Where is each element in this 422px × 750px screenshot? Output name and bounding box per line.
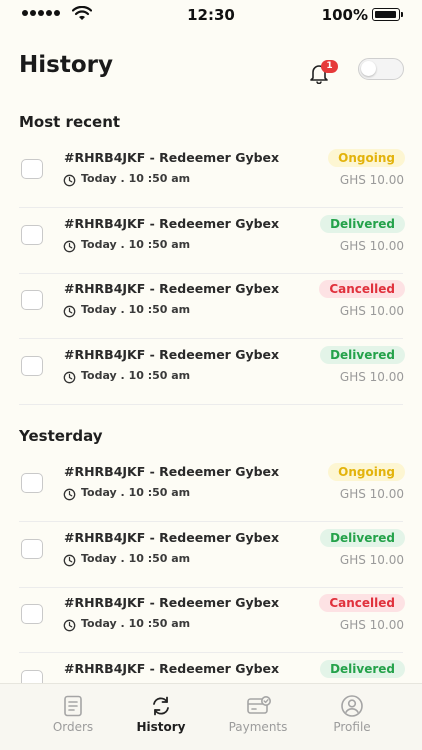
tab-orders[interactable]: Orders (28, 684, 118, 750)
page-title: History (19, 52, 113, 78)
tab-label: Payments (228, 720, 288, 734)
order-checkbox[interactable] (21, 224, 43, 245)
status-badge: Delivered (320, 214, 405, 233)
section-title-yesterday: Yesterday (19, 427, 103, 445)
order-time: Today . 10 :50 am (81, 617, 191, 630)
order-checkbox[interactable] (21, 355, 43, 376)
payments-icon (247, 696, 271, 714)
status-bar: 12:30 100% (0, 0, 422, 30)
tab-label: Orders (52, 720, 94, 734)
order-row[interactable]: #RHRB4JKF - Redeemer Gybex Today . 10 :50… (0, 208, 422, 274)
order-row[interactable]: #RHRB4JKF - Redeemer Gybex Today . 10 :50… (0, 587, 422, 653)
order-time: Today . 10 :50 am (81, 172, 191, 185)
clock-icon (63, 552, 76, 571)
order-row[interactable]: #RHRB4JKF - Redeemer Gybex Today . 10 :50… (0, 142, 422, 208)
order-row[interactable]: #RHRB4JKF - Redeemer Gybex Today . 10 :50… (0, 456, 422, 522)
toggle-switch[interactable] (358, 58, 404, 80)
order-checkbox[interactable] (21, 159, 43, 179)
status-badge: Ongoing (328, 463, 405, 481)
status-badge: Cancelled (319, 280, 405, 298)
tab-profile[interactable]: Profile (307, 684, 397, 750)
order-price: GHS 10.00 (339, 304, 404, 318)
order-price: GHS 10.00 (339, 618, 404, 632)
clock-icon (63, 303, 76, 322)
clock-icon (63, 369, 76, 388)
status-badge: Delivered (320, 345, 405, 364)
notification-count-badge: 1 (321, 60, 338, 73)
status-badge: Ongoing (328, 149, 405, 167)
status-badge: Delivered (320, 659, 405, 678)
tab-payments[interactable]: Payments (213, 684, 303, 750)
orders-icon (64, 695, 82, 717)
order-price: GHS 10.00 (339, 487, 404, 501)
order-time: Today . 10 :50 am (81, 368, 191, 382)
tab-label: History (136, 720, 186, 734)
order-row[interactable]: #RHRB4JKF - Redeemer Gybex Today . 10 :50… (0, 339, 422, 405)
clock-icon (63, 617, 76, 636)
tab-history[interactable]: History (116, 684, 206, 750)
section-title-most-recent: Most recent (19, 113, 121, 131)
order-price: GHS 10.00 (339, 238, 404, 253)
order-title: #RHRB4JKF - Redeemer Gybex (64, 150, 280, 165)
order-time: Today . 10 :50 am (81, 303, 191, 316)
order-price: GHS 10.00 (339, 552, 404, 567)
order-title: #RHRB4JKF - Redeemer Gybex (64, 529, 280, 545)
order-checkbox[interactable] (21, 290, 43, 310)
order-time: Today . 10 :50 am (81, 237, 191, 251)
bottom-tab-bar: Orders History Payments Profile (0, 683, 422, 750)
order-title: #RHRB4JKF - Redeemer Gybex (64, 660, 280, 676)
order-row[interactable]: #RHRB4JKF - Redeemer Gybex Today . 10 :50… (0, 273, 422, 339)
order-checkbox[interactable] (21, 473, 43, 493)
order-row[interactable]: #RHRB4JKF - Redeemer Gybex Today . 10 :50… (0, 522, 422, 588)
order-title: #RHRB4JKF - Redeemer Gybex (64, 595, 280, 610)
order-price: GHS 10.00 (339, 369, 404, 384)
status-badge: Delivered (320, 528, 405, 547)
profile-icon (341, 695, 363, 717)
battery-percentage: 100% (321, 6, 368, 24)
divider (19, 403, 403, 405)
clock-icon (63, 238, 76, 257)
order-time: Today . 10 :50 am (81, 486, 191, 499)
clock-icon (63, 486, 76, 505)
order-title: #RHRB4JKF - Redeemer Gybex (64, 464, 280, 479)
order-title: #RHRB4JKF - Redeemer Gybex (64, 346, 280, 362)
history-icon (153, 696, 169, 716)
order-title: #RHRB4JKF - Redeemer Gybex (64, 215, 280, 231)
order-checkbox[interactable] (21, 604, 43, 624)
clock-icon (63, 172, 76, 191)
order-price: GHS 10.00 (339, 173, 404, 187)
order-title: #RHRB4JKF - Redeemer Gybex (64, 281, 280, 296)
status-badge: Cancelled (319, 594, 405, 612)
tab-label: Profile (333, 720, 371, 734)
battery-icon (372, 8, 403, 21)
order-time: Today . 10 :50 am (81, 551, 191, 565)
order-checkbox[interactable] (21, 538, 43, 559)
